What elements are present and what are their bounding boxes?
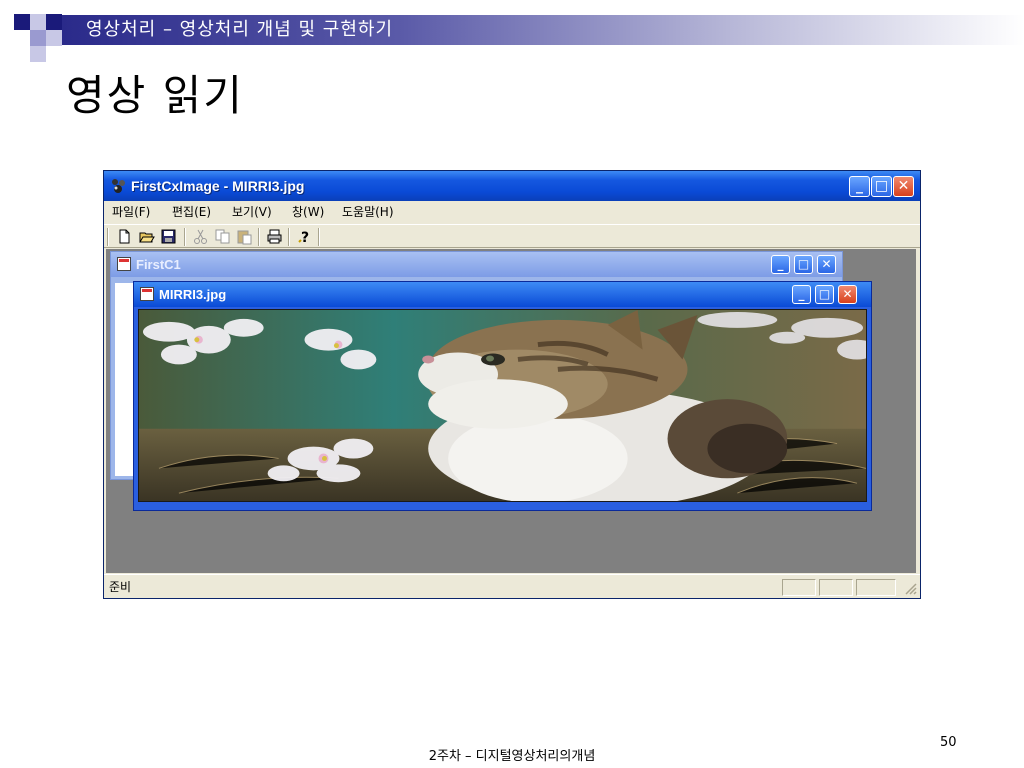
document-icon xyxy=(140,287,154,301)
app-window: FirstCxImage - MIRRI3.jpg _ □ ✕ 파일(F) 편집… xyxy=(103,170,921,599)
menu-help[interactable]: 도움말(H) xyxy=(342,201,394,223)
child-close-button[interactable]: ✕ xyxy=(838,285,857,304)
app-icon xyxy=(112,179,125,193)
resize-grip-icon[interactable] xyxy=(903,581,917,595)
child-titlebar[interactable]: MIRRI3.jpg _ □ ✕ xyxy=(134,282,871,307)
slide-header: 영상처리 – 영상처리 개념 및 구현하기 xyxy=(86,19,394,40)
menu-bar: 파일(F) 편집(E) 보기(V) 창(W) 도움말(H) xyxy=(104,201,920,223)
close-button[interactable]: ✕ xyxy=(893,176,914,197)
minimize-button[interactable]: _ xyxy=(849,176,870,197)
child-title: MIRRI3.jpg xyxy=(159,287,227,302)
new-file-icon[interactable] xyxy=(116,228,133,245)
toolbar-separator xyxy=(184,228,186,246)
child-client-area xyxy=(115,283,135,476)
deco-square xyxy=(30,30,46,46)
child-minimize-button[interactable]: _ xyxy=(771,255,790,274)
slide-footer: 2주차 – 디지털영상처리의개념 xyxy=(428,749,596,764)
app-title: FirstCxImage - MIRRI3.jpg xyxy=(131,178,305,194)
deco-square xyxy=(46,30,62,46)
page-number: 50 xyxy=(940,735,957,750)
status-bar: 준비 xyxy=(104,574,920,599)
mdi-client-area: FirstC1 _ □ ✕ MIRRI3.jpg _ □ ✕ xyxy=(106,249,916,573)
menu-edit[interactable]: 편집(E) xyxy=(172,201,211,223)
menu-view[interactable]: 보기(V) xyxy=(232,201,272,223)
maximize-button[interactable]: □ xyxy=(871,176,892,197)
status-pane xyxy=(819,579,853,596)
copy-icon[interactable] xyxy=(214,228,231,245)
open-folder-icon[interactable] xyxy=(138,228,155,245)
toolbar-grip xyxy=(107,228,109,246)
app-titlebar[interactable]: FirstCxImage - MIRRI3.jpg _ □ ✕ xyxy=(104,171,920,201)
deco-square xyxy=(30,46,46,62)
deco-square xyxy=(30,14,46,30)
document-icon xyxy=(117,257,131,271)
deco-square xyxy=(46,14,62,30)
status-pane xyxy=(782,579,816,596)
child-minimize-button[interactable]: _ xyxy=(792,285,811,304)
svg-text:?: ? xyxy=(301,230,309,245)
child-title: FirstC1 xyxy=(136,257,181,272)
toolbar: ? xyxy=(104,224,920,248)
help-icon[interactable]: ? xyxy=(296,228,313,245)
cut-icon[interactable] xyxy=(192,228,209,245)
toolbar-separator xyxy=(288,228,290,246)
menu-window[interactable]: 창(W) xyxy=(292,201,324,223)
toolbar-separator xyxy=(318,228,320,246)
child-maximize-button[interactable]: □ xyxy=(794,255,813,274)
child-titlebar[interactable]: FirstC1 _ □ ✕ xyxy=(111,252,842,277)
child-window-image[interactable]: MIRRI3.jpg _ □ ✕ xyxy=(133,281,872,511)
print-icon[interactable] xyxy=(266,228,283,245)
status-text: 준비 xyxy=(109,580,132,594)
menu-file[interactable]: 파일(F) xyxy=(112,201,150,223)
save-icon[interactable] xyxy=(160,228,177,245)
status-pane xyxy=(856,579,896,596)
child-close-button[interactable]: ✕ xyxy=(817,255,836,274)
kitten-photo xyxy=(138,309,867,502)
paste-icon[interactable] xyxy=(236,228,253,245)
toolbar-separator xyxy=(258,228,260,246)
deco-square xyxy=(14,14,30,30)
slide-title: 영상 읽기 xyxy=(66,71,244,120)
child-maximize-button[interactable]: □ xyxy=(815,285,834,304)
